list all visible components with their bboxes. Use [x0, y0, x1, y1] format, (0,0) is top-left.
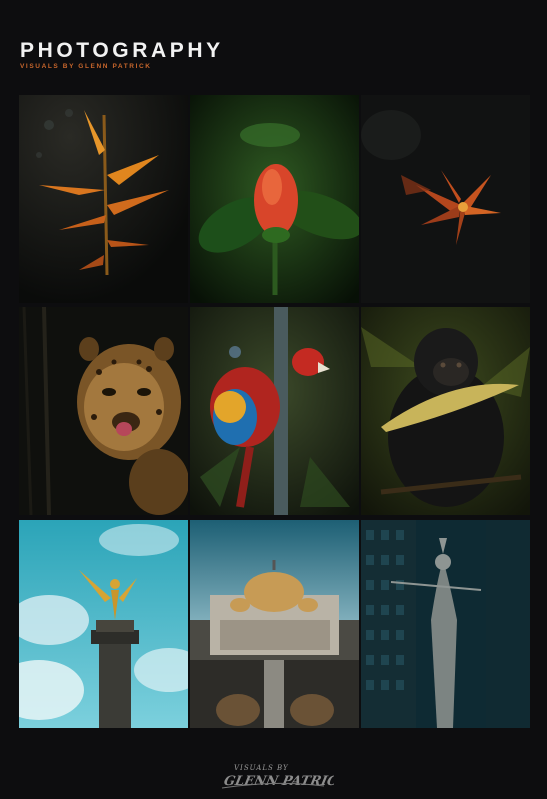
svg-text:VISUALS BY: VISUALS BY — [234, 764, 289, 772]
photo-angel-of-independence[interactable] — [19, 520, 188, 728]
photo-orange-lily[interactable] — [361, 95, 530, 303]
page-subtitle: VISUALS BY GLENN PATRICK — [20, 63, 152, 70]
svg-text:GLENN PATRICK: GLENN PATRICK — [222, 774, 334, 789]
signature-logo: VISUALS BY GLENN PATRICK — [214, 758, 351, 792]
photo-howler-monkey[interactable] — [361, 307, 530, 515]
photo-statue-between-buildings[interactable] — [361, 520, 530, 728]
photo-jaguar[interactable] — [19, 307, 188, 515]
photo-palacio-de-bellas-artes[interactable] — [190, 520, 359, 728]
photo-red-bud[interactable] — [190, 95, 359, 303]
page-title: PHOTOGRAPHY — [20, 39, 224, 62]
photo-heliconia[interactable] — [19, 95, 188, 303]
photo-macaw[interactable] — [190, 307, 359, 515]
